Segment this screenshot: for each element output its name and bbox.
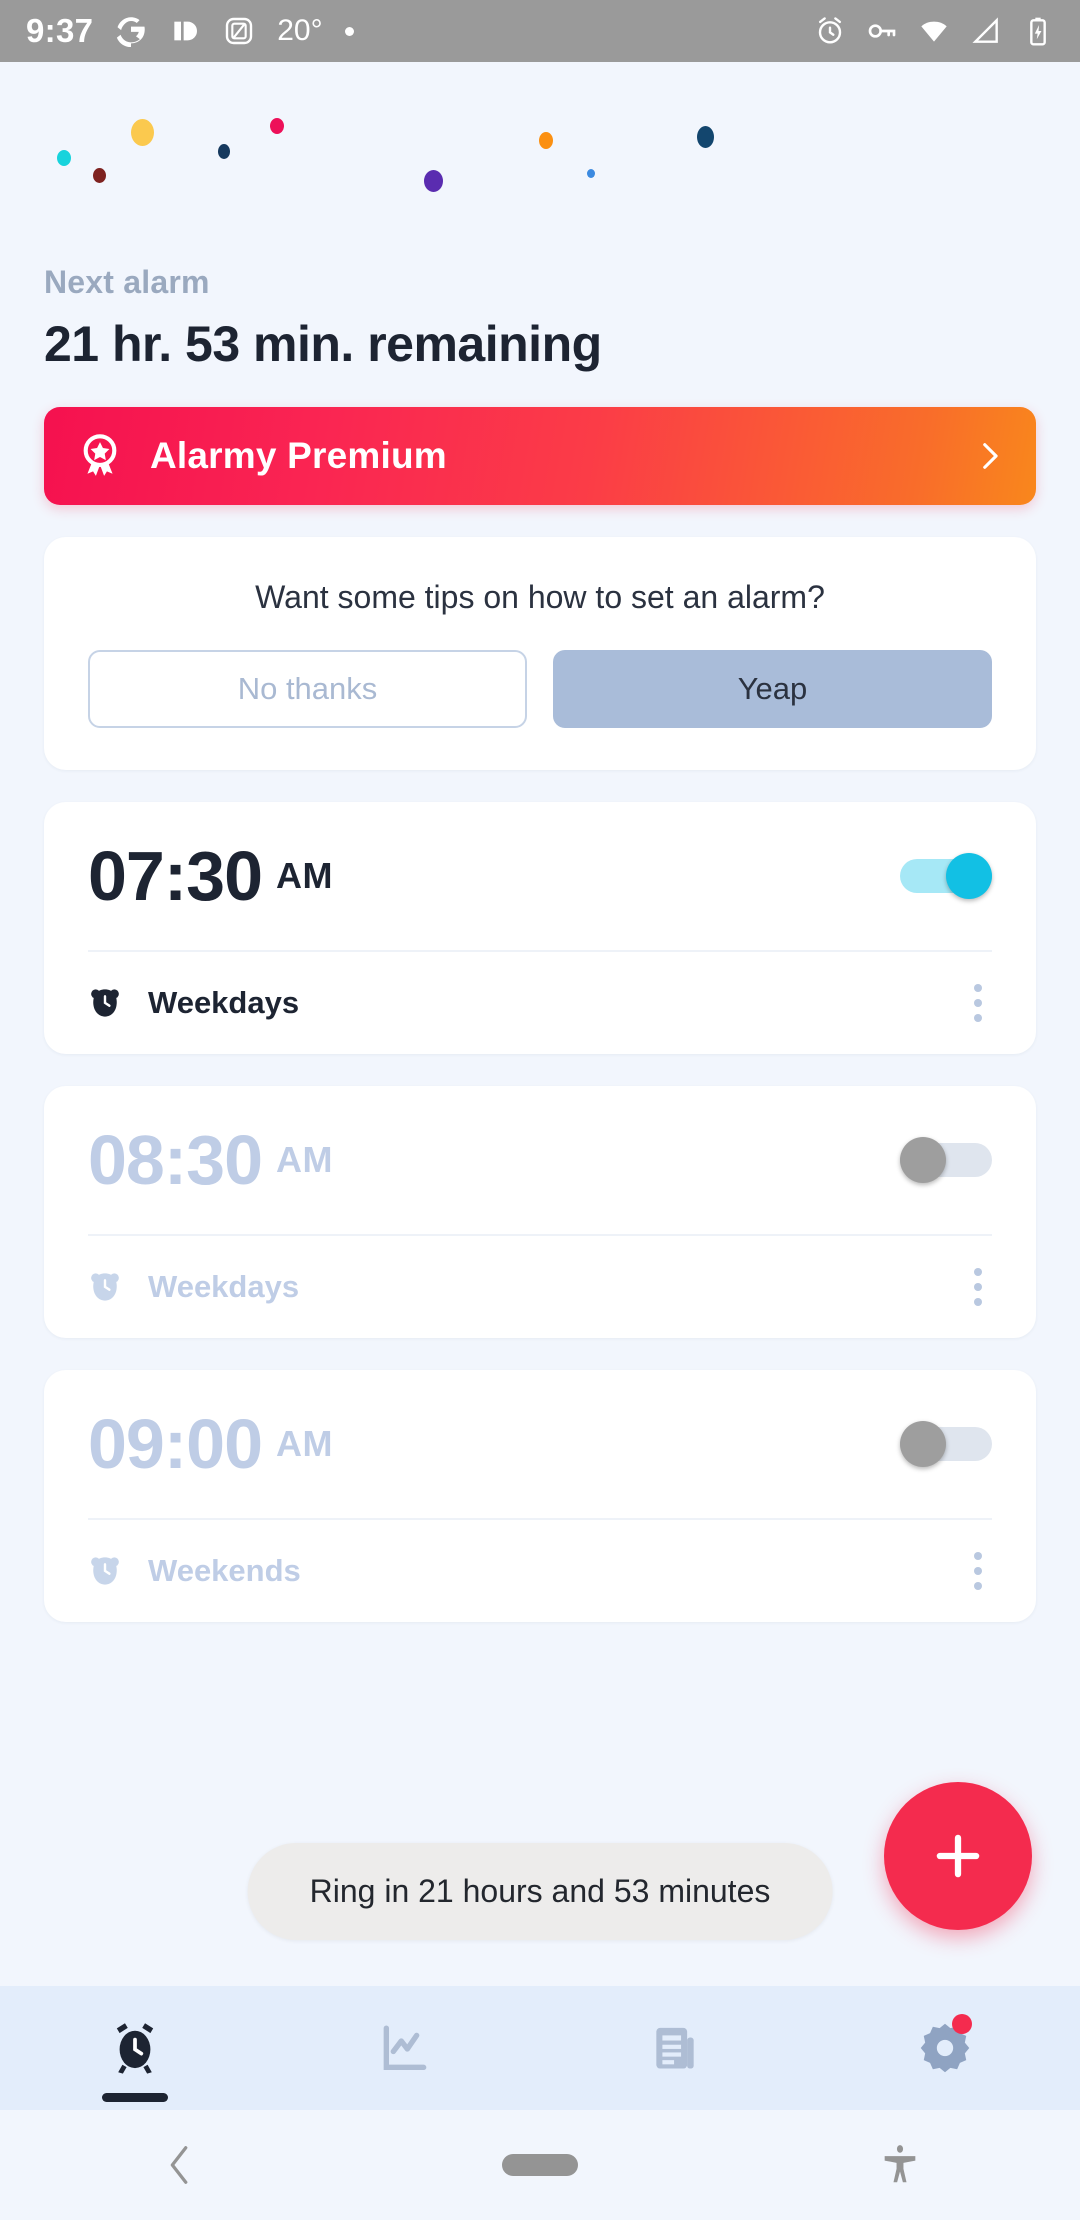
alarm-time-row: 07:30 AM bbox=[44, 802, 1036, 950]
do-not-disturb-icon bbox=[174, 21, 198, 41]
tips-accept-button[interactable]: Yeap bbox=[553, 650, 992, 728]
kebab-menu-icon[interactable] bbox=[964, 1258, 992, 1316]
nav-item-settings[interactable] bbox=[810, 1986, 1080, 2110]
alarm-repeat-label: Weekdays bbox=[148, 985, 300, 1020]
alarm-icon bbox=[818, 17, 842, 44]
bottom-nav-wrapper bbox=[0, 1986, 1080, 2110]
back-icon bbox=[170, 2146, 188, 2184]
toggle-knob bbox=[946, 853, 992, 899]
toggle-knob bbox=[900, 1137, 946, 1183]
bottom-navigation bbox=[0, 1986, 1080, 2110]
nav-active-indicator bbox=[102, 2093, 168, 2102]
alarm-repeat-label: Weekends bbox=[148, 1553, 301, 1588]
premium-medal-icon bbox=[83, 434, 117, 476]
next-alarm-label: Next alarm bbox=[44, 264, 210, 300]
toast-message: Ring in 21 hours and 53 minutes bbox=[247, 1843, 833, 1940]
alarm-repeat-label: Weekdays bbox=[148, 1269, 300, 1304]
premium-banner-label: Alarmy Premium bbox=[150, 435, 447, 476]
status-bar: 9:37 20° bbox=[0, 0, 1080, 62]
system-home-button[interactable] bbox=[360, 2154, 720, 2176]
plus-icon bbox=[936, 1834, 980, 1878]
alarmy-premium-banner[interactable]: Alarmy Premium bbox=[44, 407, 1036, 505]
kebab-menu-icon[interactable] bbox=[964, 974, 992, 1032]
status-bar-clock: 9:37 bbox=[26, 12, 94, 49]
tips-decline-button[interactable]: No thanks bbox=[88, 650, 527, 728]
wifi-icon bbox=[921, 21, 947, 42]
add-alarm-button[interactable] bbox=[884, 1782, 1032, 1930]
chevron-right-icon bbox=[983, 443, 998, 469]
system-accessibility-button[interactable] bbox=[720, 2142, 1080, 2188]
app-screen: 9:37 20° Next alarm 21 hr. 53 min. remai… bbox=[0, 0, 1080, 2220]
bear-alarm-icon bbox=[91, 1557, 119, 1585]
home-pill-icon bbox=[502, 2154, 578, 2176]
nav-item-alarm[interactable] bbox=[0, 1986, 270, 2110]
tips-card: Want some tips on how to set an alarm? N… bbox=[44, 537, 1036, 770]
next-alarm-remaining: 21 hr. 53 min. remaining bbox=[44, 316, 602, 372]
alarm-repeat-row: Weekdays bbox=[44, 1236, 1036, 1338]
alarm-card[interactable]: 07:30 AM Weekdays bbox=[44, 802, 1036, 1054]
vpn-key-icon bbox=[868, 24, 896, 38]
status-bar-left: 9:37 20° bbox=[26, 12, 354, 50]
alarm-meridiem: AM bbox=[276, 1423, 334, 1464]
alarm-time: 09:00 bbox=[88, 1405, 263, 1483]
bear-alarm-icon bbox=[91, 1273, 119, 1301]
accessibility-icon bbox=[884, 2145, 916, 2183]
system-navigation-bar bbox=[0, 2110, 1080, 2220]
status-bar-dot bbox=[344, 26, 354, 36]
morning-news-icon bbox=[656, 2027, 694, 2069]
bear-alarm-icon bbox=[91, 989, 119, 1017]
alarm-meridiem: AM bbox=[276, 1139, 334, 1180]
alarm-repeat-row: Weekdays bbox=[44, 952, 1036, 1054]
tips-question: Want some tips on how to set an alarm? bbox=[255, 579, 825, 615]
alarm-meridiem: AM bbox=[276, 855, 334, 896]
main-content: Next alarm 21 hr. 53 min. remaining Alar… bbox=[0, 62, 1080, 1986]
alarm-time: 08:30 bbox=[88, 1121, 263, 1199]
alarm-toggle[interactable] bbox=[900, 853, 992, 899]
alarm-toggle[interactable] bbox=[900, 1137, 992, 1183]
google-icon bbox=[117, 17, 145, 47]
alarm-time-row: 08:30 AM bbox=[44, 1086, 1036, 1234]
tips-actions: No thanks Yeap bbox=[88, 650, 992, 728]
alarm-card[interactable]: 08:30 AM Weekdays bbox=[44, 1086, 1036, 1338]
status-bar-temperature: 20° bbox=[277, 14, 323, 47]
settings-notification-badge bbox=[952, 2014, 972, 2034]
alarm-time: 07:30 bbox=[88, 837, 263, 915]
system-back-button[interactable] bbox=[0, 2142, 360, 2188]
alarm-time-row: 09:00 AM bbox=[44, 1370, 1036, 1518]
kebab-menu-icon[interactable] bbox=[964, 1542, 992, 1600]
sleep-chart-icon bbox=[383, 2025, 427, 2071]
alarm-repeat-row: Weekends bbox=[44, 1520, 1036, 1622]
status-bar-right bbox=[814, 15, 1054, 47]
toggle-knob bbox=[900, 1421, 946, 1467]
alarm-toggle[interactable] bbox=[900, 1421, 992, 1467]
battery-charging-icon bbox=[1030, 17, 1046, 46]
alarm-card[interactable]: 09:00 AM Weekends bbox=[44, 1370, 1036, 1622]
screenshot-icon bbox=[226, 17, 253, 45]
nav-item-sleep[interactable] bbox=[270, 1986, 540, 2110]
signal-icon bbox=[972, 17, 998, 43]
nav-item-news[interactable] bbox=[540, 1986, 810, 2110]
alarm-clock-icon bbox=[116, 2023, 154, 2074]
